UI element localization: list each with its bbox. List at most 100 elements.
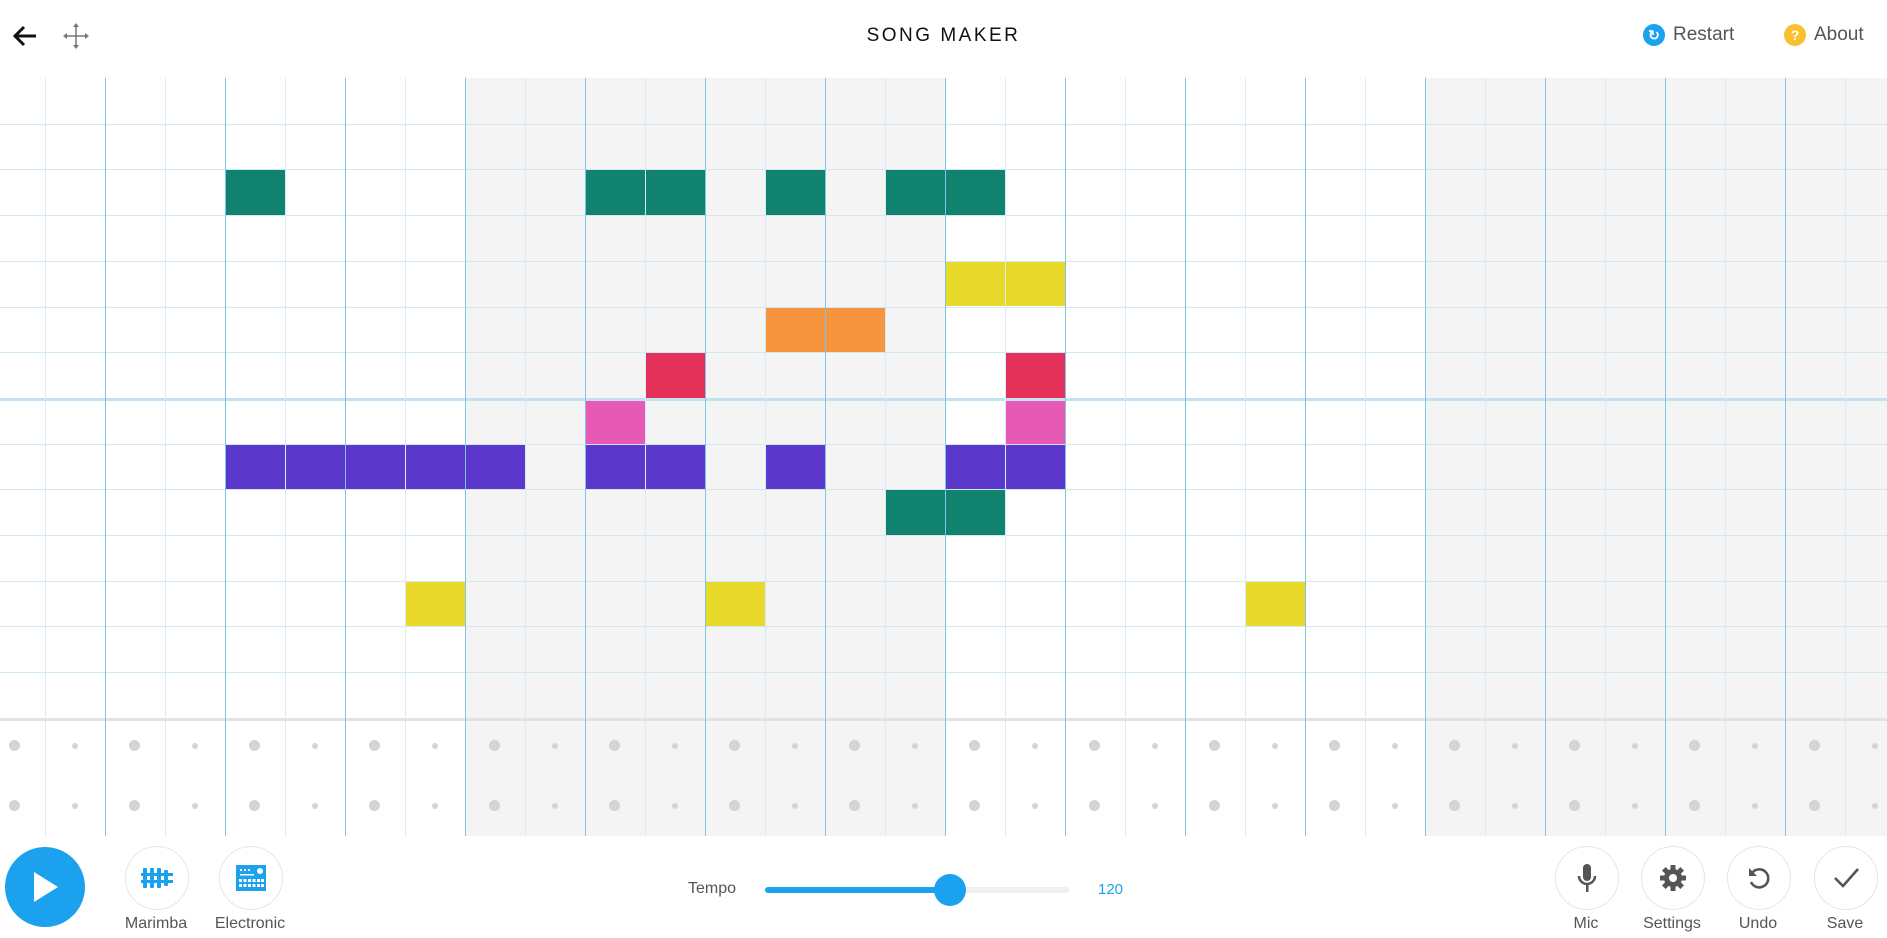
percussion-dot[interactable] — [191, 802, 198, 809]
percussion-dot[interactable] — [551, 802, 558, 809]
note-cell[interactable] — [764, 169, 825, 216]
note-cell[interactable] — [284, 443, 345, 490]
beat-line — [104, 78, 106, 836]
beat-line — [704, 78, 706, 836]
note-cell[interactable] — [944, 489, 1005, 535]
gear-icon — [1660, 865, 1686, 891]
note-cell[interactable] — [764, 443, 825, 490]
note-cell[interactable] — [944, 260, 1005, 307]
restart-label: Restart — [1673, 24, 1735, 45]
percussion-dot[interactable] — [1031, 742, 1038, 749]
percussion-dot[interactable] — [1511, 802, 1518, 809]
mic-button[interactable] — [1555, 846, 1619, 910]
about-button[interactable]: ? About — [1784, 24, 1864, 46]
beat-line — [344, 78, 346, 836]
percussion-dot[interactable] — [1391, 802, 1398, 809]
percussion-dot[interactable] — [1511, 742, 1518, 749]
note-cell[interactable] — [1244, 580, 1305, 627]
note-cell[interactable] — [644, 443, 705, 490]
note-cell[interactable] — [1004, 397, 1065, 444]
note-cell[interactable] — [584, 169, 645, 216]
instrument-marimba-button[interactable] — [125, 846, 189, 910]
percussion-dot[interactable] — [71, 802, 78, 809]
restart-button[interactable]: ↻ Restart — [1643, 24, 1734, 46]
note-cell[interactable] — [464, 443, 525, 490]
beat-line — [1784, 78, 1786, 836]
beat-line — [824, 78, 826, 836]
note-cell[interactable] — [404, 443, 465, 490]
note-cell[interactable] — [704, 580, 765, 627]
percussion-dot[interactable] — [1031, 802, 1038, 809]
save-button[interactable] — [1814, 846, 1878, 910]
step-line — [1604, 78, 1606, 836]
note-cell[interactable] — [1004, 443, 1065, 490]
check-icon — [1834, 868, 1859, 888]
percussion-dot[interactable] — [1871, 742, 1878, 749]
percussion-dot[interactable] — [671, 802, 678, 809]
percussion-dot[interactable] — [431, 802, 438, 809]
note-cell[interactable] — [944, 443, 1005, 490]
step-line — [764, 78, 766, 836]
percussion-dot[interactable] — [791, 742, 798, 749]
step-line — [1124, 78, 1126, 836]
percussion-dot[interactable] — [191, 742, 198, 749]
beat-line — [1424, 78, 1426, 836]
percussion-dot[interactable] — [1391, 742, 1398, 749]
percussion-dot[interactable] — [911, 742, 918, 749]
tempo-slider-thumb[interactable] — [934, 874, 967, 906]
percussion-dot[interactable] — [1631, 802, 1638, 809]
percussion-dot[interactable] — [671, 742, 678, 749]
percussion-dot[interactable] — [431, 742, 438, 749]
percussion-dot[interactable] — [311, 742, 318, 749]
step-line — [284, 78, 286, 836]
percussion-dot[interactable] — [1151, 742, 1158, 749]
percussion-dot[interactable] — [1271, 802, 1278, 809]
note-cell[interactable] — [224, 169, 285, 216]
step-line — [1724, 78, 1726, 836]
note-cell[interactable] — [584, 443, 645, 490]
percussion-dot[interactable] — [1271, 742, 1278, 749]
step-line — [1244, 78, 1246, 836]
tempo-slider[interactable] — [765, 874, 1069, 906]
percussion-dot[interactable] — [311, 802, 318, 809]
note-cell[interactable] — [884, 169, 945, 216]
settings-label: Settings — [1643, 915, 1701, 932]
percussion-dot[interactable] — [1871, 802, 1878, 809]
undo-icon — [1749, 868, 1770, 889]
note-cell[interactable] — [644, 169, 705, 216]
note-cell[interactable] — [1004, 352, 1065, 398]
note-cell[interactable] — [824, 306, 885, 353]
step-line — [1484, 78, 1486, 836]
percussion-dot[interactable] — [1751, 802, 1758, 809]
note-cell[interactable] — [224, 443, 285, 490]
percussion-dot[interactable] — [911, 802, 918, 809]
note-cell[interactable] — [884, 489, 945, 535]
percussion-dot[interactable] — [1151, 802, 1158, 809]
percussion-dot[interactable] — [1751, 742, 1758, 749]
note-cell[interactable] — [644, 352, 705, 398]
percussion-dot[interactable] — [71, 742, 78, 749]
note-cell[interactable] — [344, 443, 405, 490]
note-cell[interactable] — [1004, 260, 1065, 307]
marimba-icon — [141, 868, 173, 888]
undo-label: Undo — [1738, 915, 1778, 932]
beat-line — [944, 78, 946, 836]
play-button[interactable] — [5, 847, 85, 927]
step-line — [1844, 78, 1846, 836]
note-cell[interactable] — [944, 169, 1005, 216]
percussion-dot[interactable] — [551, 742, 558, 749]
instrument-electronic-button[interactable] — [219, 846, 283, 910]
beat-line — [1664, 78, 1666, 836]
mic-icon — [1577, 864, 1597, 892]
step-line — [44, 78, 46, 836]
tempo-slider-fill — [765, 887, 951, 893]
percussion-dot[interactable] — [1631, 742, 1638, 749]
settings-button[interactable] — [1641, 846, 1705, 910]
note-cell[interactable] — [404, 580, 465, 627]
note-grid[interactable] — [0, 78, 1887, 836]
bar-background — [1424, 78, 1887, 836]
note-cell[interactable] — [584, 397, 645, 444]
undo-button[interactable] — [1727, 846, 1791, 910]
percussion-dot[interactable] — [791, 802, 798, 809]
note-cell[interactable] — [764, 306, 825, 353]
